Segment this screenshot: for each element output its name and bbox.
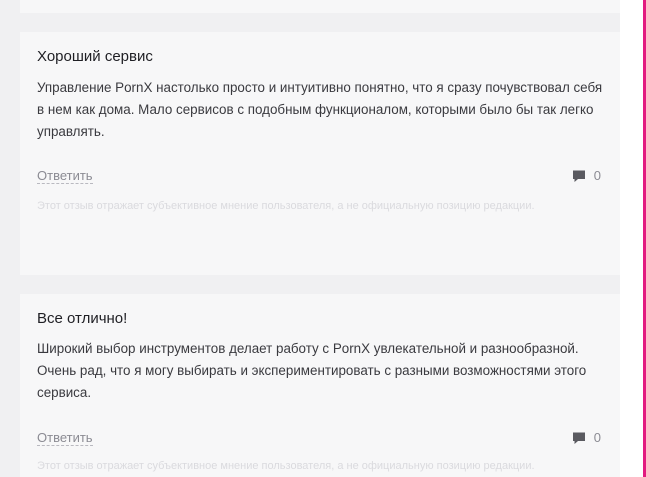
comment-count-value: 0 [593, 430, 601, 445]
review-title: Хороший сервис [37, 48, 153, 65]
review-text: Управление PornX настолько просто и инту… [37, 80, 603, 139]
comment-count-value: 0 [593, 168, 601, 183]
comment-count[interactable]: 0 [572, 168, 601, 183]
review-disclaimer: Этот отзыв отражает субъективное мнение … [37, 460, 535, 472]
reply-link[interactable]: Ответить [37, 431, 93, 446]
review-text: Широкий выбор инструментов делает работу… [37, 341, 587, 400]
review-title: Все отлично! [37, 310, 128, 327]
review-card: Все отлично! Широкий выбор инструментов … [20, 294, 620, 477]
previous-review-card [20, 0, 620, 13]
reply-link[interactable]: Ответить [37, 169, 93, 184]
speech-bubble-icon [572, 170, 585, 182]
review-card: Хороший сервис Управление PornX настольк… [20, 32, 620, 275]
comment-count[interactable]: 0 [572, 430, 601, 445]
review-disclaimer: Этот отзыв отражает субъективное мнение … [37, 200, 535, 212]
speech-bubble-icon [572, 432, 585, 444]
